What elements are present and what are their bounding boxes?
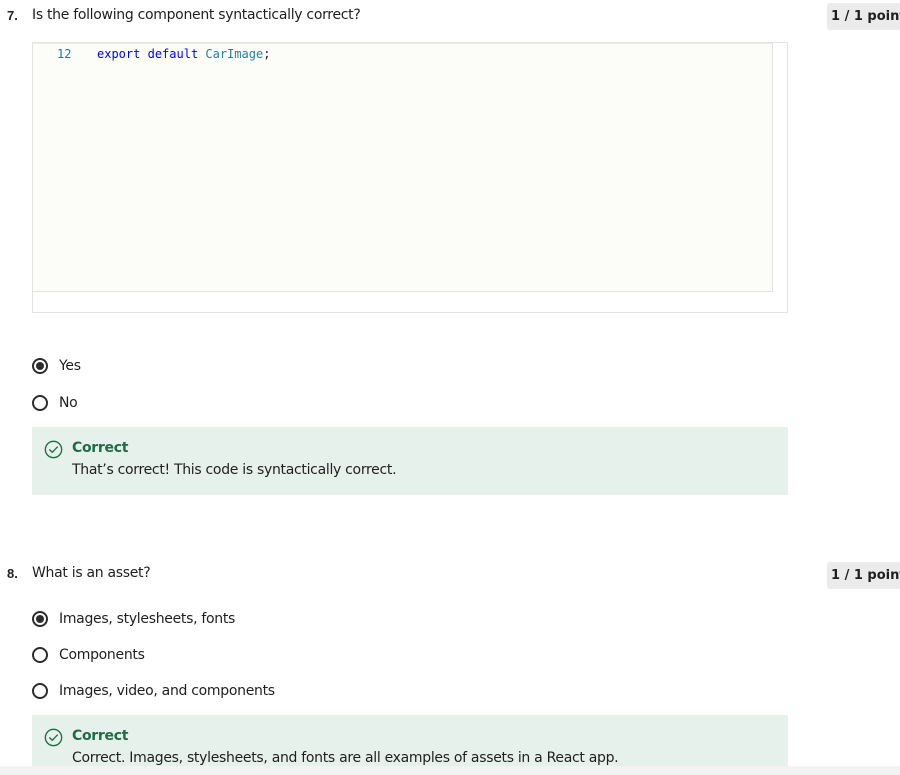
check-circle-icon [44, 440, 63, 459]
option-label: No [59, 395, 78, 411]
option-images-video-components[interactable]: Images, video, and components [32, 681, 275, 701]
option-label: Yes [59, 358, 81, 374]
option-components[interactable]: Components [32, 645, 145, 665]
question-number: 7. [7, 8, 18, 23]
code-identifier: CarImage [205, 47, 264, 61]
option-no[interactable]: No [32, 393, 78, 413]
option-label: Images, stylesheets, fonts [59, 611, 236, 627]
option-label: Images, video, and components [59, 683, 275, 699]
feedback-text: Correct. Images, stylesheets, and fonts … [72, 750, 619, 766]
option-yes[interactable]: Yes [32, 356, 81, 376]
points-badge: 1 / 1 point [827, 3, 900, 30]
code-editor[interactable]: 12 export default CarImage; [32, 42, 788, 313]
points-badge: 1 / 1 point [827, 562, 900, 589]
radio-unchecked-icon[interactable] [32, 683, 48, 699]
radio-unchecked-icon[interactable] [32, 647, 48, 663]
feedback-title: Correct [72, 440, 129, 456]
check-circle-icon [44, 728, 63, 747]
feedback-text: That’s correct! This code is syntactical… [72, 462, 397, 478]
feedback-title: Correct [72, 728, 129, 744]
radio-checked-icon[interactable] [32, 358, 48, 374]
question-text: Is the following component syntactically… [32, 7, 361, 23]
code-line: export default CarImage; [97, 47, 270, 61]
code-keyword: export [97, 47, 141, 61]
option-images-stylesheets-fonts[interactable]: Images, stylesheets, fonts [32, 609, 235, 629]
feedback-correct: Correct Correct. Images, stylesheets, an… [32, 715, 788, 766]
code-area[interactable]: 12 export default CarImage; [33, 43, 773, 292]
vertical-scrollbar[interactable] [773, 43, 787, 292]
line-number: 12 [57, 47, 72, 61]
feedback-correct: Correct That’s correct! This code is syn… [32, 427, 788, 495]
radio-unchecked-icon[interactable] [32, 395, 48, 411]
radio-checked-icon[interactable] [32, 611, 48, 627]
question-text: What is an asset? [32, 565, 151, 581]
code-keyword: default [147, 47, 199, 61]
code-punctuation: ; [263, 47, 271, 61]
page-bottom-edge [0, 766, 900, 775]
question-number: 8. [7, 566, 18, 581]
option-label: Components [59, 647, 145, 663]
